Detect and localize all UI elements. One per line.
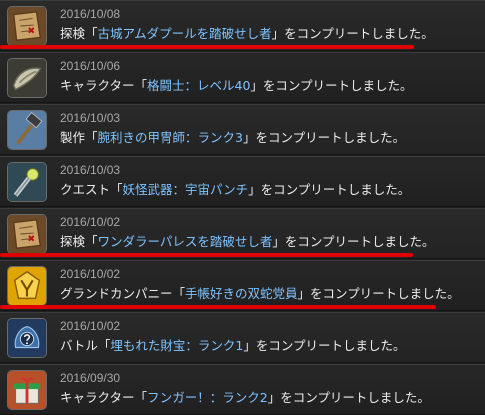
achievement-row[interactable]: 2016/10/03 クエスト「妖怪武器：宇宙パンチ」をコンプリートしました。	[0, 156, 485, 207]
achievement-title-link[interactable]: 手帳好きの双蛇党員	[185, 286, 298, 301]
achievement-title-link[interactable]: 埋もれた財宝：ランク1	[110, 338, 243, 353]
yokai-weapon-icon	[7, 162, 47, 202]
grand-company-emblem-icon	[7, 266, 47, 306]
fist-weapon-icon	[7, 58, 47, 98]
achievement-message: バトル「埋もれた財宝：ランク1」をコンプリートしました。	[60, 338, 406, 353]
achievement-message: クエスト「妖怪武器：宇宙パンチ」をコンプリートしました。	[60, 182, 411, 197]
achievement-message: グランドカンパニー「手帳好きの双蛇党員」をコンプリートしました。	[60, 286, 460, 301]
achievement-message: 探検「古城アムダプールを踏破せし者」をコンプリートしました。	[60, 26, 434, 41]
achievement-row[interactable]: 2016/09/30 キャラクター「フンガー！：ランク2」をコンプリートしました…	[0, 364, 485, 415]
achievement-row[interactable]: 2016/10/02 探検「ワンダラーパレスを踏破せし者」をコンプリートしました…	[0, 208, 485, 259]
achievement-list: 2016/10/08 探検「古城アムダプールを踏破せし者」をコンプリートしました…	[0, 0, 485, 415]
achievement-title-link[interactable]: ワンダラーパレスを踏破せし者	[98, 234, 273, 249]
achievement-row[interactable]: 2016/10/03 製作「腕利きの甲冑師：ランク3」をコンプリートしました。	[0, 104, 485, 155]
achievement-date: 2016/10/03	[60, 111, 121, 125]
achievement-message: 製作「腕利きの甲冑師：ランク3」をコンプリートしました。	[60, 130, 406, 145]
achievement-date: 2016/10/02	[60, 267, 121, 281]
highlight-underline	[0, 253, 413, 257]
treasure-map-icon	[7, 6, 47, 46]
achievement-date: 2016/10/08	[60, 7, 121, 21]
achievement-message: キャラクター「格闘士：レベル40」をコンプリートしました。	[60, 78, 413, 93]
achievement-message: キャラクター「フンガー！：ランク2」をコンプリートしました。	[60, 390, 430, 405]
achievement-row[interactable]: 2016/10/08 探検「古城アムダプールを踏破せし者」をコンプリートしました…	[0, 0, 485, 51]
hammer-icon	[7, 110, 47, 150]
achievement-date: 2016/09/30	[60, 371, 121, 385]
character-gift-icon	[7, 370, 47, 410]
treasure-map-icon	[7, 214, 47, 254]
achievement-row[interactable]: 2016/10/02 グランドカンパニー「手帳好きの双蛇党員」をコンプリートしま…	[0, 260, 485, 311]
achievement-title-link[interactable]: 妖怪武器：宇宙パンチ	[123, 182, 249, 197]
achievement-title-link[interactable]: 腕利きの甲冑師：ランク3	[98, 130, 243, 145]
achievement-date: 2016/10/02	[60, 319, 121, 333]
achievement-message: 探検「ワンダラーパレスを踏破せし者」をコンプリートしました。	[60, 234, 435, 249]
achievement-row[interactable]: 2016/10/06 キャラクター「格闘士：レベル40」をコンプリートしました。	[0, 52, 485, 103]
achievement-date: 2016/10/02	[60, 215, 121, 229]
achievement-row[interactable]: 2016/10/02 バトル「埋もれた財宝：ランク1」をコンプリートしました。	[0, 312, 485, 363]
achievement-title-link[interactable]: 古城アムダプールを踏破せし者	[98, 26, 272, 41]
highlight-underline	[0, 305, 436, 309]
achievement-date: 2016/10/03	[60, 163, 121, 177]
achievement-date: 2016/10/06	[60, 59, 121, 73]
achievement-title-link[interactable]: 格闘士：レベル40	[147, 78, 250, 93]
achievement-title-link[interactable]: フンガー！：ランク2	[147, 390, 268, 405]
mystery-treasure-icon	[7, 318, 47, 358]
highlight-underline	[0, 45, 414, 49]
